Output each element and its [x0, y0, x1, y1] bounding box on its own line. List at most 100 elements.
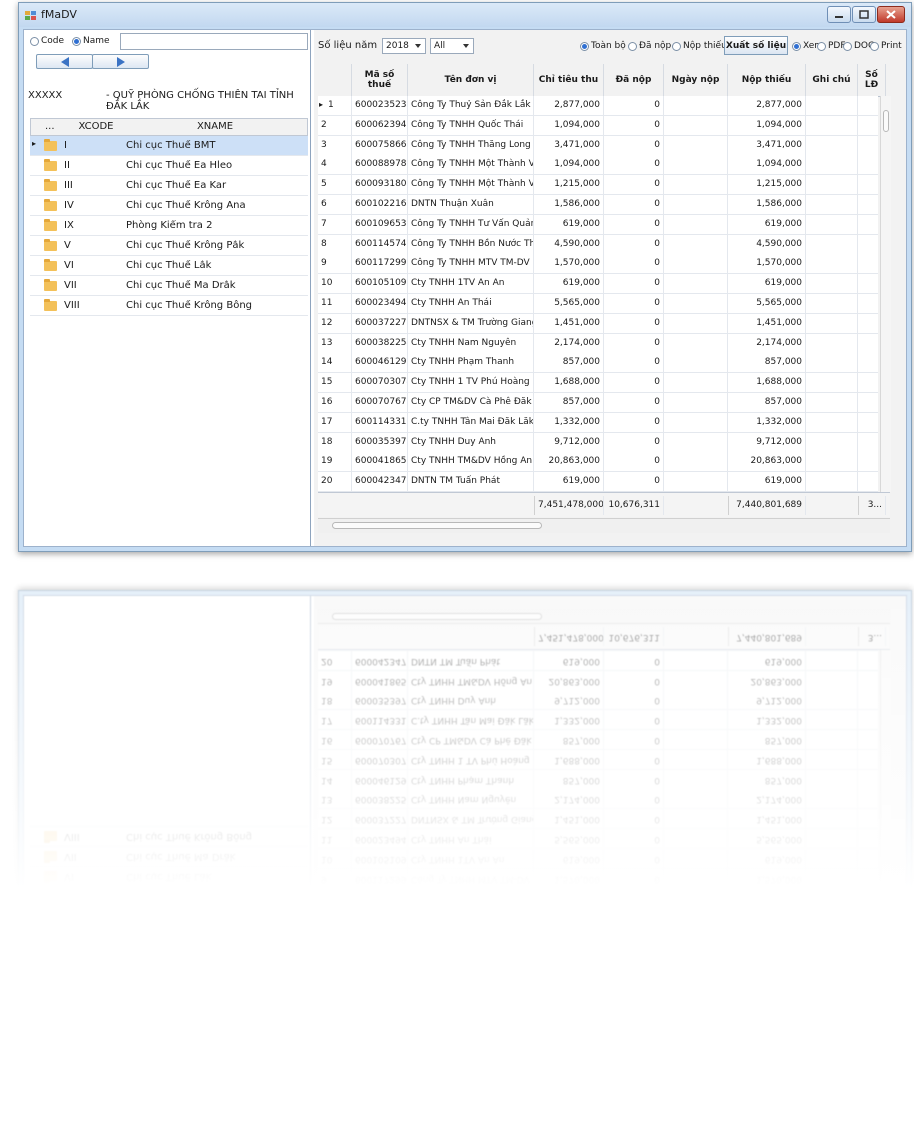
radio-code[interactable]: Code	[30, 36, 64, 47]
cell-name[interactable]: Công Ty TNHH MTV TM-DV Cần Đ...	[408, 254, 534, 274]
cell-note[interactable]	[806, 234, 858, 254]
cell-name[interactable]: Cty TNHH Duy Anh	[408, 432, 534, 452]
cell-mst[interactable]: 6000703074	[352, 373, 408, 393]
cell-note[interactable]	[806, 294, 858, 313]
cell-mst[interactable]: 6000353976	[352, 432, 408, 452]
cell-paid[interactable]: 0	[604, 234, 664, 254]
table-row[interactable]: 20 6000423479 DNTN TM Tuấn Phát 619,000 0 619…	[318, 472, 878, 493]
cell-name[interactable]: Công Ty Thuỷ Sản Đắk Lắk	[408, 96, 534, 115]
cell-stt[interactable]: 20	[318, 472, 352, 492]
cell-date[interactable]	[664, 294, 728, 313]
cell-paid[interactable]: 0	[604, 96, 664, 115]
cell-name[interactable]: Cty CP TM&DV Cà Phê Đăk Mê	[408, 393, 534, 412]
cell-mst[interactable]: 6001145746	[352, 234, 408, 254]
cell-missing[interactable]: 857,000	[728, 393, 806, 412]
cell-paid[interactable]: 0	[604, 155, 664, 175]
table-row[interactable]: 14 6000461298 Cty TNHH Phạm Thanh 857,000 0 8…	[318, 353, 878, 374]
cell-target[interactable]: 3,471,000	[534, 135, 604, 155]
cell-mst[interactable]: 6000382254	[352, 333, 408, 353]
search-input[interactable]	[120, 33, 308, 50]
cell-target[interactable]: 619,000	[534, 274, 604, 294]
col-missing[interactable]: Nộp thiếu	[728, 64, 806, 96]
cell-stt[interactable]: 10	[318, 274, 352, 294]
cell-target[interactable]: 857,000	[534, 393, 604, 412]
cell-paid[interactable]: 0	[604, 254, 664, 274]
cell-date[interactable]	[664, 412, 728, 432]
cell-missing[interactable]: 9,712,000	[728, 432, 806, 452]
cell-note[interactable]	[806, 412, 858, 432]
export-button[interactable]: Xuất số liệu	[724, 36, 788, 55]
cell-target[interactable]: 4,590,000	[534, 234, 604, 254]
cell-date[interactable]	[664, 313, 728, 333]
table-row[interactable]: 86001145746Công Ty TNHH Bồn Nước Thiên T…	[318, 234, 878, 255]
tree-row[interactable]: IV Chi cục Thuế Krông Ana	[30, 196, 308, 216]
radio-all-circle[interactable]	[580, 41, 589, 51]
table-row[interactable]: 1 6000235235 Công Ty Thuỷ Sản Đắk Lắk 2,877…	[318, 96, 878, 116]
cell-mst[interactable]: 6000707671	[352, 393, 408, 412]
minimize-button[interactable]	[827, 6, 851, 23]
cell-paid[interactable]: 0	[604, 353, 664, 373]
radio-print[interactable]: Print	[870, 41, 902, 52]
cell-date[interactable]	[664, 115, 728, 135]
cell-mst[interactable]: 6001096538	[352, 214, 408, 234]
cell-paid[interactable]: 0	[604, 313, 664, 333]
cell-stt[interactable]: 6	[318, 195, 352, 214]
cell-target[interactable]: 619,000	[534, 214, 604, 234]
table-row[interactable]: 126000372270DNTNSX & TM Trường Giang (Cô…	[318, 313, 878, 334]
cell-note[interactable]	[806, 393, 858, 412]
cell-date[interactable]	[664, 274, 728, 294]
cell-mst[interactable]: 6000889781	[352, 155, 408, 175]
cell-name[interactable]: DNTN Thuận Xuân	[408, 195, 534, 214]
cell-missing[interactable]: 1,586,000	[728, 195, 806, 214]
radio-paid[interactable]: Đã nộp	[628, 41, 671, 52]
cell-stt[interactable]: 13	[318, 333, 352, 353]
cell-target[interactable]: 857,000	[534, 353, 604, 373]
tree-row[interactable]: VI Chi cục Thuế Lắk	[30, 256, 308, 276]
cell-missing[interactable]: 1,215,000	[728, 175, 806, 195]
cell-missing[interactable]: 1,688,000	[728, 373, 806, 393]
cell-paid[interactable]: 0	[604, 432, 664, 452]
cell-mst[interactable]: 6000623943	[352, 115, 408, 135]
cell-note[interactable]	[806, 96, 858, 115]
table-row[interactable]: 15 6000703074 Cty TNHH 1 TV Phú Hoàng 1,688…	[318, 373, 878, 394]
tree-row[interactable]: III Chi cục Thuế Ea Kar	[30, 176, 308, 196]
tree-row[interactable]: VII Chi cục Thuế Ma Drắk	[30, 276, 308, 296]
cell-target[interactable]: 9,712,000	[534, 432, 604, 452]
cell-paid[interactable]: 0	[604, 472, 664, 492]
cell-name[interactable]: Cty TNHH Nam Nguyên	[408, 333, 534, 353]
cell-date[interactable]	[664, 214, 728, 234]
cell-note[interactable]	[806, 313, 858, 333]
table-row[interactable]: 10 6001051093 Cty TNHH 1TV An An 619,000 0 61…	[318, 274, 878, 295]
cell-date[interactable]	[664, 452, 728, 472]
cell-name[interactable]: Cty TNHH 1TV An An	[408, 274, 534, 294]
cell-date[interactable]	[664, 472, 728, 492]
cell-mst[interactable]: 6000234947	[352, 294, 408, 313]
radio-missing-circle[interactable]	[672, 41, 681, 51]
table-row[interactable]: 96001172997Công Ty TNHH MTV TM-DV Cần Đ.…	[318, 254, 878, 275]
cell-missing[interactable]: 2,877,000	[728, 96, 806, 115]
cell-missing[interactable]: 4,590,000	[728, 234, 806, 254]
cell-note[interactable]	[806, 254, 858, 274]
cell-mst[interactable]: 6000423479	[352, 472, 408, 492]
cell-name[interactable]: Công Ty TNHH Một Thành Viên Tr...	[408, 155, 534, 175]
cell-missing[interactable]: 857,000	[728, 353, 806, 373]
filter-select[interactable]: All	[430, 38, 474, 54]
cell-stt[interactable]: 18	[318, 432, 352, 452]
cell-note[interactable]	[806, 452, 858, 472]
table-row[interactable]: 6 6001022166 DNTN Thuận Xuân 1,586,000 0 1,58…	[318, 195, 878, 215]
cell-name[interactable]: DNTNSX & TM Trường Giang (Côn...	[408, 313, 534, 333]
cell-name[interactable]: Cty TNHH 1 TV Phú Hoàng	[408, 373, 534, 393]
radio-code-circle[interactable]	[30, 36, 39, 46]
cell-name[interactable]: Công Ty TNHH Tư Vấn Quản Lý D...	[408, 214, 534, 234]
cell-stt[interactable]: 1	[318, 96, 352, 115]
table-row[interactable]: 56000931803Công Ty TNHH Một Thành Viên K…	[318, 175, 878, 196]
prev-button[interactable]	[36, 54, 93, 69]
radio-name[interactable]: Name	[72, 36, 110, 47]
table-row[interactable]: 17 6001143315 C.ty TNHH Tân Mai Đăk Lăk 1,3…	[318, 412, 878, 433]
col-xcode[interactable]: XCODE	[71, 121, 121, 132]
cell-target[interactable]: 1,688,000	[534, 373, 604, 393]
title-bar[interactable]: fMaDV	[19, 3, 911, 27]
cell-missing[interactable]: 1,332,000	[728, 412, 806, 432]
cell-name[interactable]: Công Ty TNHH Quốc Thái	[408, 115, 534, 135]
cell-missing[interactable]: 1,094,000	[728, 115, 806, 135]
